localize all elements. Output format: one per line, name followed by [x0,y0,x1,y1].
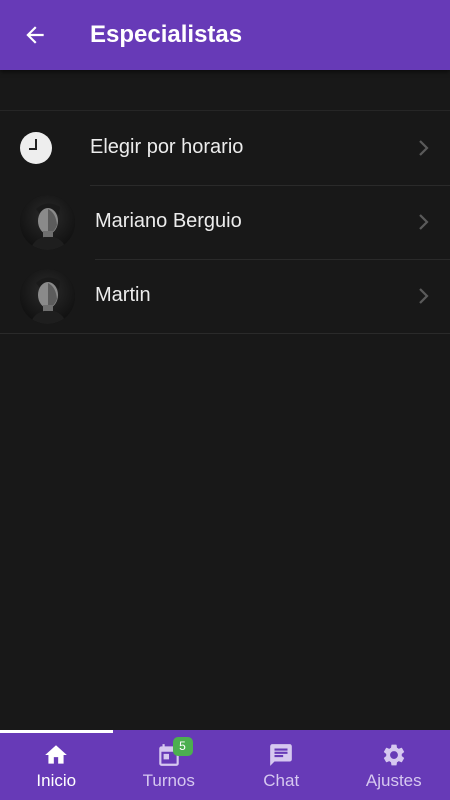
clock-icon [20,132,52,164]
avatar [20,269,75,324]
chat-icon [270,744,293,766]
notification-badge: 5 [172,737,193,756]
list-item-label: Elegir por horario [90,136,244,158]
avatar [20,195,75,250]
back-button[interactable] [0,0,70,70]
page-title: Especialistas [90,21,243,48]
list-item-label: Mariano Berguio [95,210,242,232]
gear-icon [383,744,404,766]
nav-item-chat[interactable]: Chat [225,730,338,800]
nav-item-inicio[interactable]: Inicio [0,730,113,800]
nav-label: Chat [263,771,300,790]
list-item-specialist[interactable]: Mariano Berguio [0,185,450,259]
chevron-right-icon [419,288,429,304]
list-item-specialist[interactable]: Martin [0,259,450,333]
chevron-right-icon [419,214,429,230]
home-icon [45,745,68,764]
list-item-choose-by-time[interactable]: Elegir por horario [0,111,450,185]
nav-item-ajustes[interactable]: Ajustes [338,730,450,800]
nav-item-turnos[interactable]: 5 Turnos [113,730,226,800]
list-item-label: Martin [95,284,151,306]
arrow-left-icon [26,26,44,44]
app-bar: Especialistas [0,0,450,70]
divider [0,333,450,334]
screen: Especialistas Elegir por horario Mariano… [0,0,450,800]
nav-label: Ajustes [365,771,422,790]
chevron-right-icon [419,140,429,156]
bottom-navigation: Inicio 5 Turnos Chat Ajustes [0,730,450,800]
nav-label: Inicio [36,771,77,790]
nav-label: Turnos [142,771,195,790]
specialist-list: Elegir por horario Mariano Berguio Marti… [0,110,450,334]
